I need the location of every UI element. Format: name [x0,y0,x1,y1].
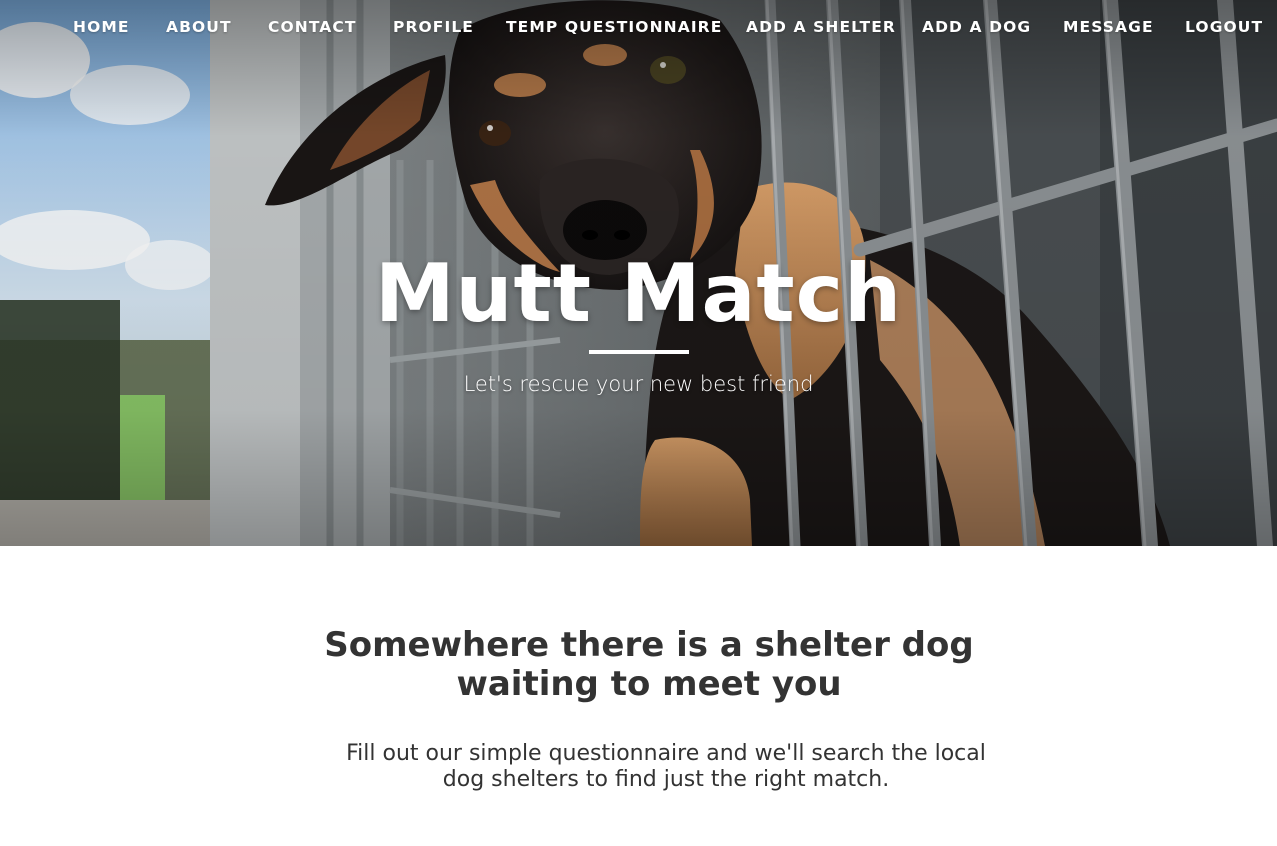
top-navigation: HOME ABOUT CONTACT PROFILE TEMP QUESTION… [0,0,1277,56]
hero-subtitle: Let's rescue your new best friend [463,372,814,396]
intro-heading: Somewhere there is a shelter dog waiting… [324,625,974,704]
hero-banner: HOME ABOUT CONTACT PROFILE TEMP QUESTION… [0,0,1277,546]
hero-title: Mutt Match [374,247,903,340]
hero-divider [589,350,689,354]
nav-link-home[interactable]: HOME [73,18,130,36]
nav-link-add-a-shelter[interactable]: ADD A SHELTER [746,18,896,36]
nav-link-add-a-dog[interactable]: ADD A DOG [922,18,1031,36]
nav-link-message[interactable]: MESSAGE [1063,18,1154,36]
intro-section: Somewhere there is a shelter dog waiting… [0,546,1277,846]
nav-link-logout[interactable]: LOGOUT [1185,18,1263,36]
nav-link-contact[interactable]: CONTACT [268,18,357,36]
nav-link-temp-questionnaire[interactable]: TEMP QUESTIONNAIRE [506,18,722,36]
intro-text: Fill out our simple questionnaire and we… [346,741,986,792]
nav-link-profile[interactable]: PROFILE [393,18,474,36]
nav-link-about[interactable]: ABOUT [166,18,232,36]
